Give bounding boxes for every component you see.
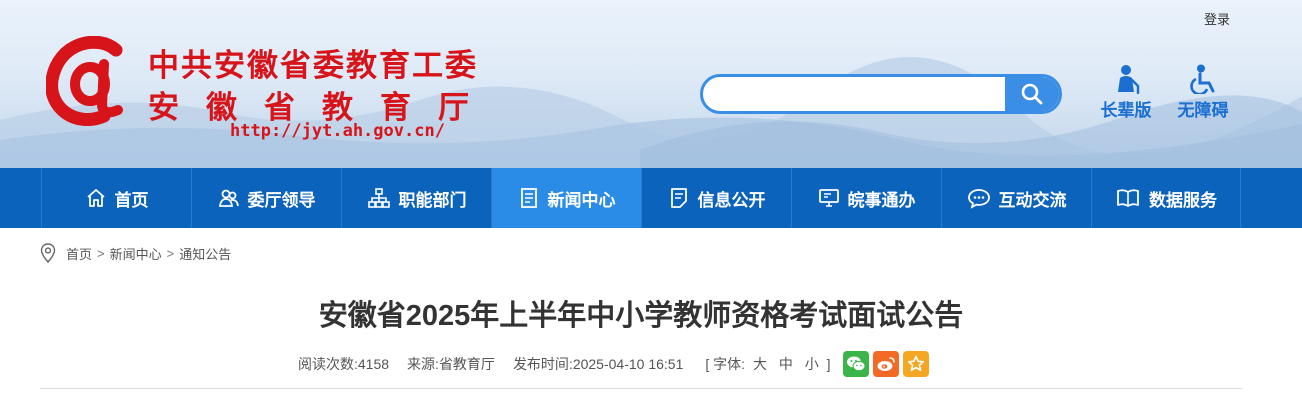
org-name-party: 中共安徽省委教育工委 (148, 48, 478, 84)
site-url: http://jyt.ah.gov.cn/ (230, 121, 445, 141)
nav-item-data[interactable]: 数据服务 (1091, 168, 1241, 228)
location-pin-icon (40, 243, 56, 263)
source-value: 省教育厅 (438, 356, 495, 372)
nav-item-leaders[interactable]: 委厅领导 (191, 168, 341, 228)
publish-time-value: 2025-04-10 16:51 (572, 356, 684, 372)
info-icon (670, 188, 687, 208)
font-size-open: [ 字体: (705, 356, 746, 372)
nav-item-services[interactable]: 皖事通办 (791, 168, 941, 228)
share-wechat-button[interactable] (842, 351, 869, 377)
favorite-icon (907, 355, 924, 372)
search-icon (1021, 83, 1043, 105)
share-weibo-button[interactable] (872, 351, 899, 377)
nav-item-departments[interactable]: 职能部门 (341, 168, 491, 228)
font-size-large[interactable]: 大 (753, 356, 767, 372)
article-title: 安徽省2025年上半年中小学教师资格考试面试公告 (318, 300, 964, 332)
nav-item-info[interactable]: 信息公开 (641, 168, 791, 228)
font-size-small[interactable]: 小 (805, 356, 819, 372)
at-emblem-icon (45, 35, 123, 127)
divider (40, 388, 1242, 389)
weibo-icon (877, 357, 895, 371)
source-label: 来源: (407, 356, 439, 372)
accessibility-icon (1190, 64, 1215, 94)
news-icon (520, 188, 537, 208)
accessibility-button[interactable]: 无障碍 (1171, 64, 1235, 121)
publish-time-label: 发布时间: (512, 356, 573, 372)
emblem-logo[interactable] (45, 35, 136, 127)
nav-item-label: 首页 (114, 190, 149, 210)
nav-item-label: 新闻中心 (547, 190, 616, 210)
wechat-icon (846, 356, 865, 372)
breadcrumb-home[interactable]: 首页 (66, 244, 92, 263)
font-size-medium[interactable]: 中 (779, 356, 793, 372)
search-input[interactable] (703, 77, 1007, 111)
nav-item-interaction[interactable]: 互动交流 (941, 168, 1091, 228)
login-link[interactable]: 登录 (1204, 9, 1230, 28)
nav-item-home[interactable]: 首页 (41, 168, 191, 228)
nav-item-label: 数据服务 (1149, 190, 1217, 210)
views-count: 4158 (357, 356, 390, 372)
site-header: 登录 中共安徽省委教育工委 安徽省教育厅 http://jyt.ah.gov.c… (0, 0, 1302, 168)
book-icon (1117, 189, 1139, 207)
nav-item-label: 互动交流 (998, 190, 1067, 210)
nav-item-news[interactable]: 新闻中心 (491, 168, 641, 228)
article-meta: 阅读次数: 4158 来源: 省教育厅 发布时间: 2025-04-10 16:… (298, 351, 929, 377)
font-size-close: ] (826, 356, 831, 372)
share-buttons (839, 351, 929, 377)
main-nav: 首页 委厅领导 职能部门 新闻中心 信息公开 皖事通办 互动交流 数据服务 (0, 168, 1302, 228)
home-icon (86, 189, 105, 207)
breadcrumb-separator: > (97, 245, 105, 261)
nav-item-label: 皖事通办 (847, 190, 916, 210)
elder-icon (1118, 65, 1140, 94)
font-size-control: [ 字体: 大 中 小 ] (705, 354, 830, 374)
views-label: 阅读次数: (298, 356, 358, 372)
elder-mode-label: 长辈版 (1100, 101, 1152, 120)
nav-item-label: 职能部门 (398, 190, 467, 210)
breadcrumb-news[interactable]: 新闻中心 (110, 244, 162, 263)
elder-mode-button[interactable]: 长辈版 (1094, 64, 1158, 121)
nav-item-label: 委厅领导 (247, 190, 316, 210)
nav-item-label: 信息公开 (697, 190, 766, 210)
monitor-icon (818, 189, 839, 207)
search-bar (700, 74, 1062, 114)
share-favorite-button[interactable] (902, 351, 929, 377)
leaders-icon (218, 189, 239, 207)
breadcrumb: 首页 > 新闻中心 > 通知公告 (40, 243, 231, 263)
org-chart-icon (367, 188, 390, 208)
accessibility-label: 无障碍 (1177, 101, 1229, 120)
breadcrumb-notices[interactable]: 通知公告 (179, 244, 231, 263)
chat-icon (967, 189, 990, 209)
search-button[interactable] (1005, 77, 1059, 111)
breadcrumb-separator: > (166, 245, 175, 261)
